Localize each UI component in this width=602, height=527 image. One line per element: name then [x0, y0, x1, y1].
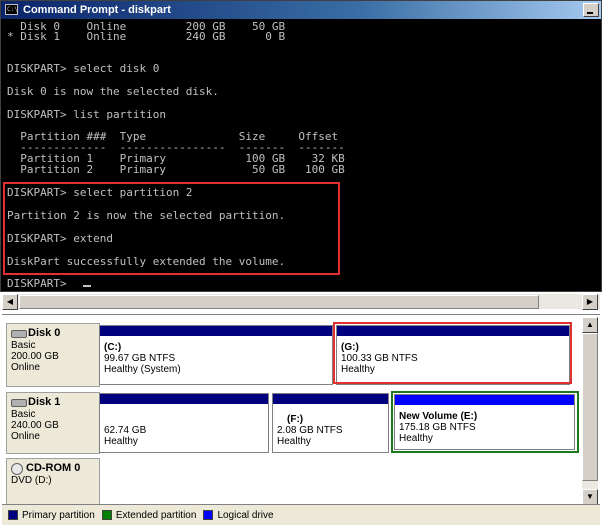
- partition-f[interactable]: (F:) 2.08 GB NTFS Healthy: [272, 393, 389, 453]
- disk-name: CD-ROM 0: [11, 462, 95, 475]
- partition-status: Healthy: [104, 436, 138, 447]
- command-prompt-window: C:\ Command Prompt - diskpart Disk 0 Onl…: [0, 0, 602, 292]
- scroll-right-button[interactable]: ▶: [582, 294, 598, 310]
- scrollbar-thumb[interactable]: [582, 333, 598, 481]
- legend-label: Extended partition: [115, 509, 197, 521]
- partition-size: 62.74 GB: [104, 425, 147, 436]
- partition-title: (C:): [104, 342, 122, 353]
- disk-status: Online: [11, 431, 40, 442]
- legend-item-extended: Extended partition: [101, 509, 197, 521]
- legend-item-logical: Logical drive: [203, 509, 274, 521]
- disk-type: DVD (D:): [11, 475, 52, 486]
- partition-c[interactable]: (C:) 99.67 GB NTFS Healthy (System): [99, 325, 333, 385]
- swatch: [8, 510, 18, 520]
- highlight-box: [391, 391, 579, 453]
- disk-name: Disk 1: [11, 396, 95, 409]
- hard-disk-icon: [11, 329, 27, 338]
- disk-type: Basic: [11, 340, 36, 351]
- title-bar[interactable]: C:\ Command Prompt - diskpart: [1, 1, 601, 19]
- disk-name-text: CD-ROM 0: [26, 462, 81, 474]
- disk-label[interactable]: Disk 0 Basic 200.00 GB Online: [6, 323, 100, 387]
- disk-size: 240.00 GB: [11, 420, 59, 431]
- partition-status: Healthy: [277, 436, 311, 447]
- partition-title: (F:): [287, 414, 304, 425]
- scrollbar-thumb[interactable]: [19, 295, 539, 309]
- partition-size: 99.67 GB NTFS: [104, 353, 176, 364]
- scroll-left-button[interactable]: ◀: [2, 294, 18, 310]
- disk-row-cd-rom-0: CD-ROM 0 DVD (D:): [2, 458, 582, 506]
- console-prompt: DISKPART>: [7, 277, 74, 290]
- swatch: [203, 510, 214, 520]
- cd-rom-icon: [11, 462, 23, 475]
- disk-label[interactable]: CD-ROM 0 DVD (D:): [6, 458, 100, 506]
- window-title: Command Prompt - diskpart: [23, 4, 171, 16]
- primary-partition-bar: [100, 394, 268, 404]
- text-cursor: [83, 285, 91, 287]
- cmd-icon: C:\: [5, 4, 18, 15]
- swatch: [101, 510, 112, 520]
- disk-status: Online: [11, 362, 40, 373]
- highlight-box: [3, 182, 340, 275]
- disk-management-graphical-view: Disk 0 Basic 200.00 GB Online (C:) 99.67…: [2, 314, 600, 506]
- vertical-scrollbar[interactable]: ▲ ▼: [582, 317, 598, 505]
- console-line: Disk 0 is now the selected disk.: [7, 85, 219, 98]
- partition-size: 2.08 GB NTFS: [277, 425, 343, 436]
- scroll-down-button[interactable]: ▼: [582, 489, 598, 505]
- partition-status: Healthy (System): [104, 364, 181, 375]
- disk-name: Disk 0: [11, 327, 95, 340]
- minimize-button[interactable]: [583, 3, 599, 17]
- legend-item-primary: Primary partition: [8, 510, 95, 521]
- console-line: * Disk 1 Online 240 GB 0 B: [7, 30, 286, 43]
- legend: Primary partition Extended partition Log…: [2, 504, 600, 525]
- horizontal-scrollbar[interactable]: ◀ ▶: [2, 293, 600, 310]
- hard-disk-icon: [11, 398, 27, 407]
- scroll-up-button[interactable]: ▲: [582, 317, 598, 333]
- disk-size: 200.00 GB: [11, 351, 59, 362]
- console-line: DISKPART> list partition: [7, 108, 166, 121]
- highlight-box: [333, 322, 572, 384]
- console-line: Partition 2 Primary 50 GB 100 GB: [7, 163, 345, 176]
- console-line: DISKPART> select disk 0: [7, 62, 160, 75]
- primary-partition-bar: [100, 326, 332, 336]
- legend-label: Primary partition: [22, 509, 95, 521]
- primary-partition-bar: [273, 394, 388, 404]
- disk-name-text: Disk 1: [28, 396, 61, 408]
- disk-label[interactable]: Disk 1 Basic 240.00 GB Online: [6, 392, 100, 454]
- legend-label: Logical drive: [217, 509, 274, 521]
- disk-type: Basic: [11, 409, 36, 420]
- disk-name-text: Disk 0: [28, 327, 61, 339]
- partition-unlabeled[interactable]: 62.74 GB Healthy: [99, 393, 269, 453]
